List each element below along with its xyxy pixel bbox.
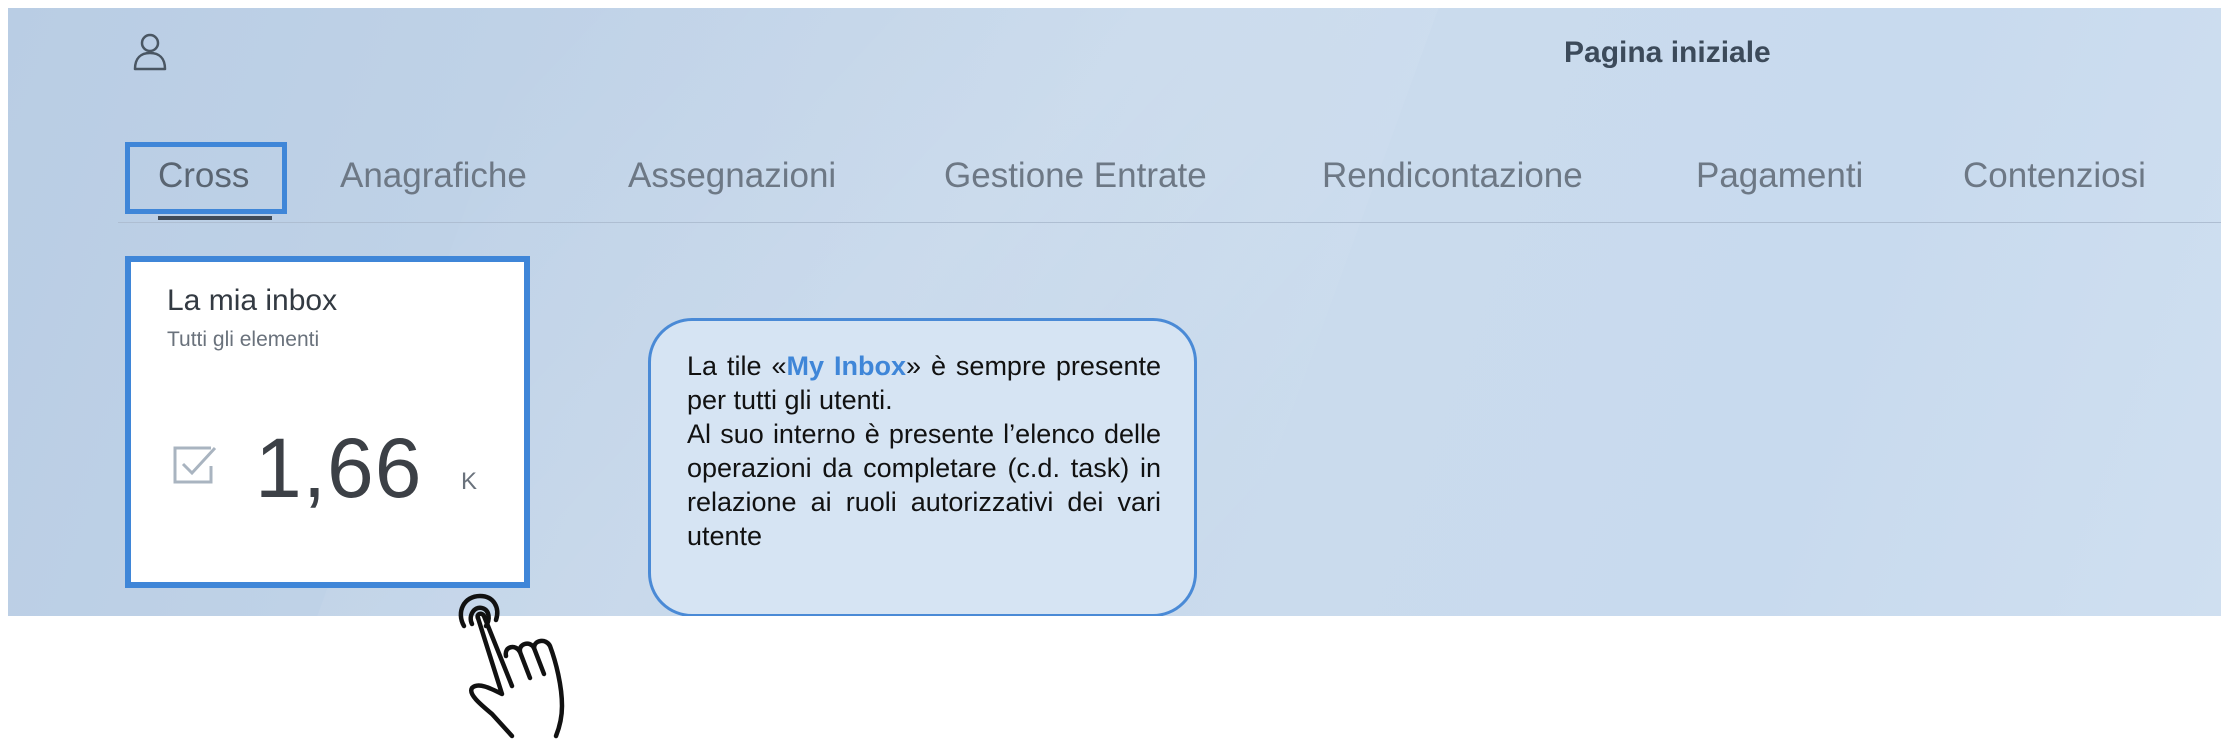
callout-text-part: La tile « [687,351,787,381]
tab-divider [118,222,2221,223]
tab-anagrafiche[interactable]: Anagrafiche [340,156,527,196]
page-title: Pagina iniziale [1564,36,1771,69]
tab-pagamenti[interactable]: Pagamenti [1696,156,1863,196]
checkbox-icon [173,446,217,484]
tile-count-value: 1,66 [255,421,423,515]
callout-text: La tile «My Inbox» è sempre presente per… [687,349,1161,553]
tab-rendicontazione[interactable]: Rendicontazione [1322,156,1583,196]
tab-bar: Cross Anagrafiche Assegnazioni Gestione … [8,148,2221,228]
my-inbox-tile[interactable]: La mia inbox Tutti gli elementi 1,66 K [125,256,530,588]
user-icon[interactable] [132,32,168,72]
info-callout: La tile «My Inbox» è sempre presente per… [648,318,1197,616]
tab-contenziosi[interactable]: Contenziosi [1963,156,2146,196]
callout-text-part: Al suo interno è presente l’elenco delle… [687,419,1161,551]
launchpad-screen: Pagina iniziale Cross Anagrafiche Assegn… [8,8,2221,616]
tile-count-unit: K [461,468,478,495]
callout-highlight-my-inbox: My Inbox [786,351,906,381]
active-tab-indicator [158,216,272,220]
tab-assegnazioni[interactable]: Assegnazioni [628,156,836,196]
tile-title: La mia inbox [167,284,338,317]
hand-pointer-icon [458,593,565,739]
cross-tab-highlight [125,142,287,214]
tab-gestione-entrate[interactable]: Gestione Entrate [944,156,1207,196]
tile-subtitle: Tutti gli elementi [167,328,320,351]
